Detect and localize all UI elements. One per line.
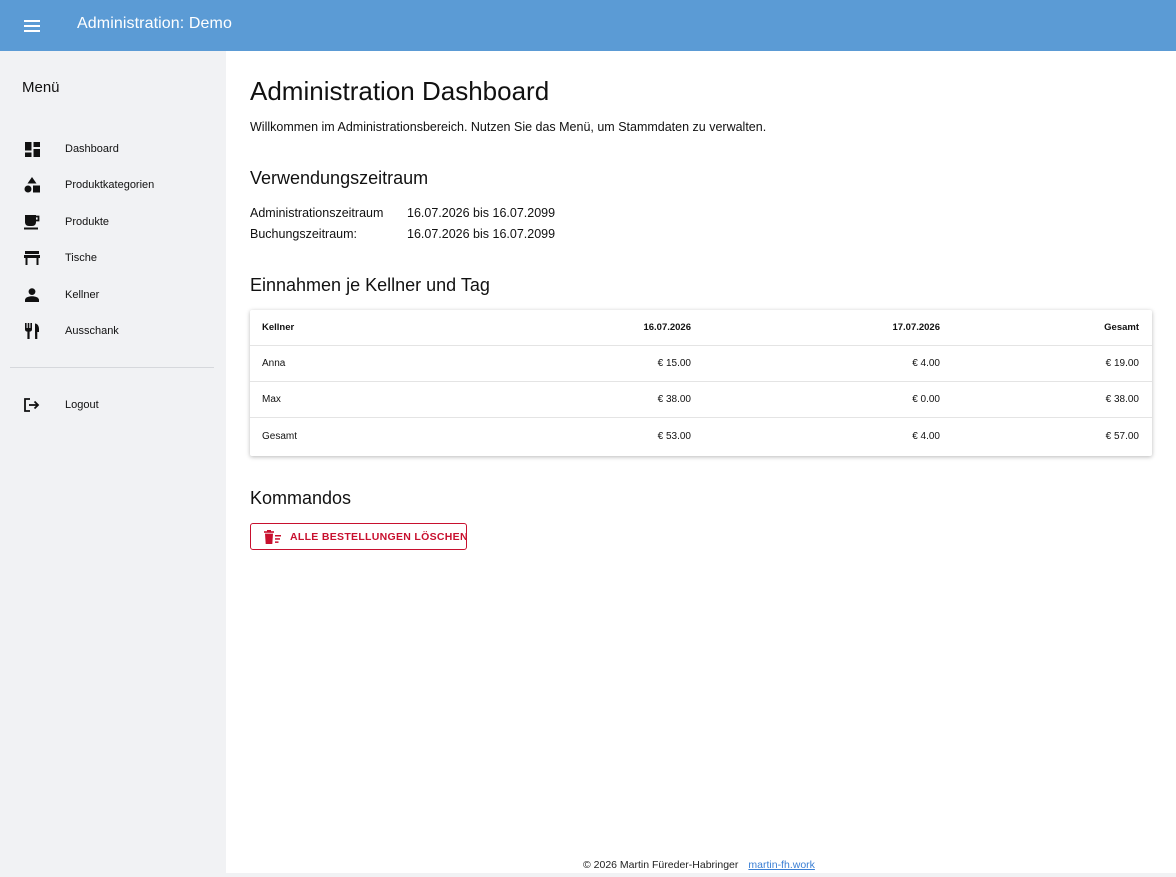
logout-icon xyxy=(23,396,41,414)
bottom-strip xyxy=(0,873,1176,877)
table-cell: € 19.00 xyxy=(1105,358,1139,369)
period-label: Administrationszeitraum xyxy=(250,206,384,220)
sidebar-item-label: Dashboard xyxy=(65,143,119,155)
app-bar: Administration: Demo xyxy=(0,0,1176,51)
revenue-table: Kellner 16.07.2026 17.07.2026 Gesamt Ann… xyxy=(250,310,1152,456)
fork-knife-icon xyxy=(23,322,41,340)
table-row-total: Gesamt € 53.00 € 4.00 € 57.00 xyxy=(250,419,1152,455)
delete-sweep-icon xyxy=(264,530,281,544)
sidebar-item-label: Logout xyxy=(65,399,99,411)
sidebar-item-dashboard[interactable]: Dashboard xyxy=(10,134,214,164)
table-cell: € 0.00 xyxy=(912,394,940,405)
column-header: Gesamt xyxy=(1104,322,1139,333)
table-row: Max € 38.00 € 0.00 € 38.00 xyxy=(250,382,1152,418)
footer-link[interactable]: martin-fh.work xyxy=(748,859,815,871)
table-row: Anna € 15.00 € 4.00 € 19.00 xyxy=(250,346,1152,382)
section-title-commands: Kommandos xyxy=(250,488,352,508)
table-cell: € 53.00 xyxy=(657,431,691,442)
table-cell: Gesamt xyxy=(262,431,298,442)
table-cell: € 4.00 xyxy=(912,358,940,369)
sidebar-item-label: Kellner xyxy=(65,289,100,301)
footer-copyright: © 2026 Martin Füreder-Habringer xyxy=(583,859,739,871)
column-header: Kellner xyxy=(262,322,295,333)
sidebar-item-produktkategorien[interactable]: Produktkategorien xyxy=(10,170,214,200)
person-icon xyxy=(23,286,41,304)
table-cell: Max xyxy=(262,394,281,405)
sidebar-item-label: Tische xyxy=(65,252,97,264)
table-cell: € 38.00 xyxy=(657,394,691,405)
table-cell: Anna xyxy=(262,358,286,369)
page-intro: Willkommen im Administrationsbereich. Nu… xyxy=(250,120,767,134)
delete-all-orders-button[interactable]: ALLE BESTELLUNGEN LÖSCHEN xyxy=(250,523,468,550)
sidebar-item-ausschank[interactable]: Ausschank xyxy=(10,316,214,346)
sidebar-divider xyxy=(10,367,214,368)
delete-all-orders-label: ALLE BESTELLUNGEN LÖSCHEN xyxy=(290,531,468,543)
table-cell: € 38.00 xyxy=(1105,394,1139,405)
table-cell: € 57.00 xyxy=(1105,431,1139,442)
sidebar-item-label: Ausschank xyxy=(65,325,119,337)
sidebar-item-label: Produktkategorien xyxy=(65,179,155,191)
app-title: Administration: Demo xyxy=(77,15,232,32)
sidebar-item-label: Produkte xyxy=(65,216,110,228)
period-value: 16.07.2026 bis 16.07.2099 xyxy=(407,227,556,241)
footer: © 2026 Martin Füreder-Habringer martin-fh… xyxy=(583,859,815,871)
table-header-row: Kellner 16.07.2026 17.07.2026 Gesamt xyxy=(250,310,1152,346)
table-cell: € 15.00 xyxy=(657,358,691,369)
sidebar-item-kellner[interactable]: Kellner xyxy=(10,280,214,310)
category-shapes-icon xyxy=(23,176,41,194)
sidebar-item-tische[interactable]: Tische xyxy=(10,243,214,273)
sidebar: Menü Dashboard Produktkategorien Produkt… xyxy=(0,51,226,877)
period-label: Buchungszeitraum: xyxy=(250,227,358,241)
column-header: 16.07.2026 xyxy=(643,322,691,333)
column-header: 17.07.2026 xyxy=(892,322,940,333)
table-cell: € 4.00 xyxy=(912,431,940,442)
hamburger-menu-icon[interactable] xyxy=(22,16,42,36)
period-value: 16.07.2026 bis 16.07.2099 xyxy=(407,206,556,220)
section-title-period: Verwendungszeitraum xyxy=(250,168,429,188)
table-icon xyxy=(23,249,41,267)
sidebar-heading: Menü xyxy=(22,79,60,96)
sidebar-item-logout[interactable]: Logout xyxy=(10,390,214,420)
section-title-revenue: Einnahmen je Kellner und Tag xyxy=(250,275,490,295)
page-title: Administration Dashboard xyxy=(250,76,550,106)
dashboard-icon xyxy=(23,140,41,158)
coffee-cup-icon xyxy=(23,213,41,231)
sidebar-item-produkte[interactable]: Produkte xyxy=(10,207,214,237)
